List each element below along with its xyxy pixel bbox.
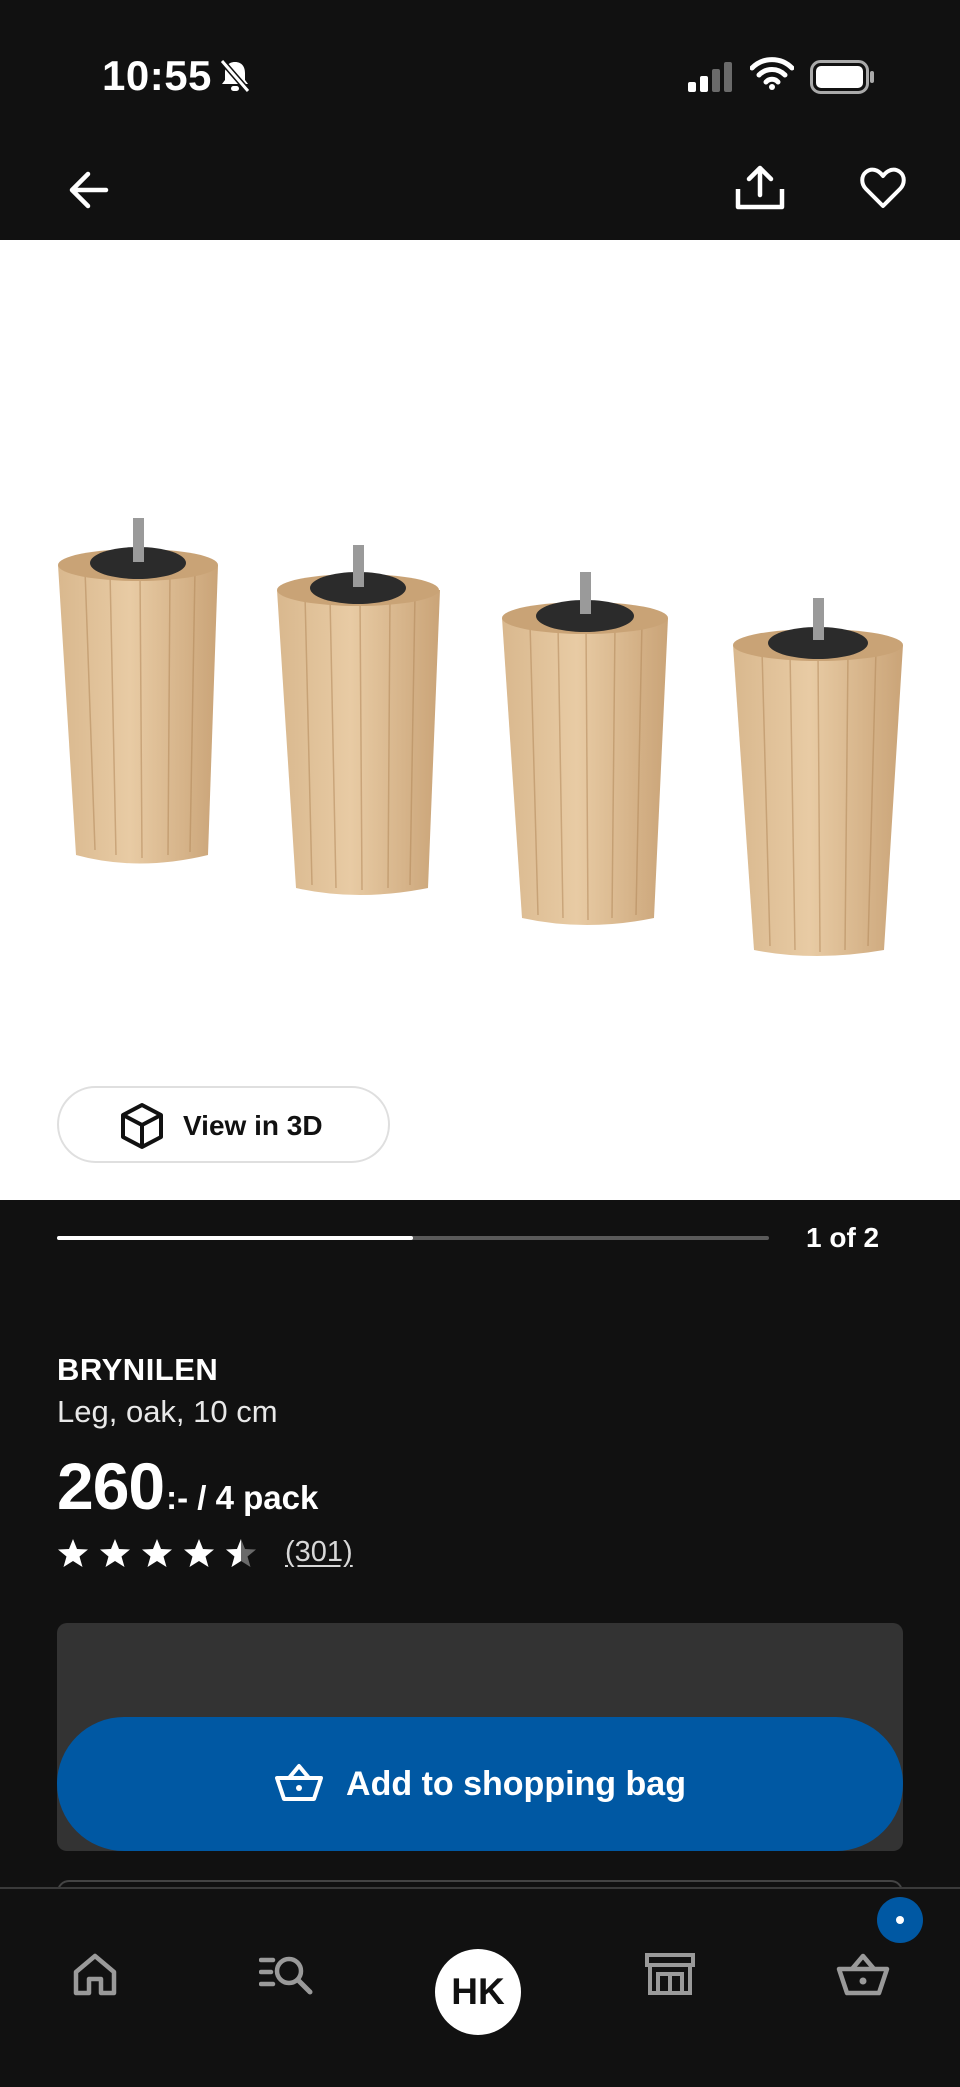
share-icon xyxy=(735,165,785,210)
price: 260 :- / 4 pack xyxy=(57,1448,318,1524)
store-icon xyxy=(645,1953,695,1995)
price-suffix: :- / 4 pack xyxy=(166,1479,319,1516)
gallery-progress-fill xyxy=(57,1236,413,1240)
star-full-icon xyxy=(100,1538,130,1567)
status-bar: 10:55 xyxy=(0,0,960,150)
add-to-bag-label: Add to shopping bag xyxy=(346,1764,686,1803)
gallery-progress-bar xyxy=(57,1236,769,1240)
price-main: 260 xyxy=(57,1449,165,1523)
star-full-icon xyxy=(142,1538,172,1567)
product-leg-2 xyxy=(277,545,440,895)
search-list-icon xyxy=(259,1956,313,1995)
star-full-icon xyxy=(184,1538,214,1567)
bell-slash-icon xyxy=(218,58,252,99)
star-half-icon xyxy=(226,1538,256,1567)
rating[interactable]: (301) xyxy=(57,1536,353,1569)
cellular-signal-icon xyxy=(688,62,734,97)
gallery-counter: 1 of 2 xyxy=(806,1222,880,1253)
bottom-nav: HK xyxy=(0,1887,960,2087)
review-count-link[interactable]: (301) xyxy=(285,1536,353,1569)
product-leg-1 xyxy=(58,518,218,864)
back-button[interactable] xyxy=(60,162,116,218)
home-icon xyxy=(73,1953,117,1996)
dot-icon xyxy=(896,1916,904,1924)
basket-icon xyxy=(274,1762,324,1807)
add-to-bag-button[interactable]: Add to shopping bag xyxy=(57,1717,903,1851)
nav-shopping-bag[interactable] xyxy=(828,1939,898,2009)
wifi-icon xyxy=(749,56,795,95)
cart-badge xyxy=(877,1897,923,1943)
nav-profile-avatar[interactable]: HK xyxy=(435,1949,521,2035)
product-image[interactable] xyxy=(0,240,960,1000)
status-time: 10:55 xyxy=(102,52,212,99)
product-name: BRYNILEN xyxy=(57,1352,219,1387)
arrow-left-icon xyxy=(69,171,109,209)
view-in-3d-label: View in 3D xyxy=(183,1110,323,1141)
nav-store[interactable] xyxy=(635,1939,705,2009)
product-leg-4 xyxy=(733,598,903,956)
product-leg-3 xyxy=(502,572,668,925)
favorite-button[interactable] xyxy=(853,158,913,218)
view-in-3d-button[interactable]: View in 3D xyxy=(57,1086,390,1163)
nav-home[interactable] xyxy=(60,1939,130,2009)
top-nav xyxy=(0,150,960,240)
basket-icon xyxy=(836,1953,890,1996)
product-description: Leg, oak, 10 cm xyxy=(57,1394,278,1429)
star-full-icon xyxy=(58,1538,88,1567)
heart-icon xyxy=(860,167,906,208)
cube-icon xyxy=(119,1102,165,1155)
share-button[interactable] xyxy=(730,158,790,218)
nav-search[interactable] xyxy=(252,1939,322,2009)
battery-icon xyxy=(810,60,876,99)
